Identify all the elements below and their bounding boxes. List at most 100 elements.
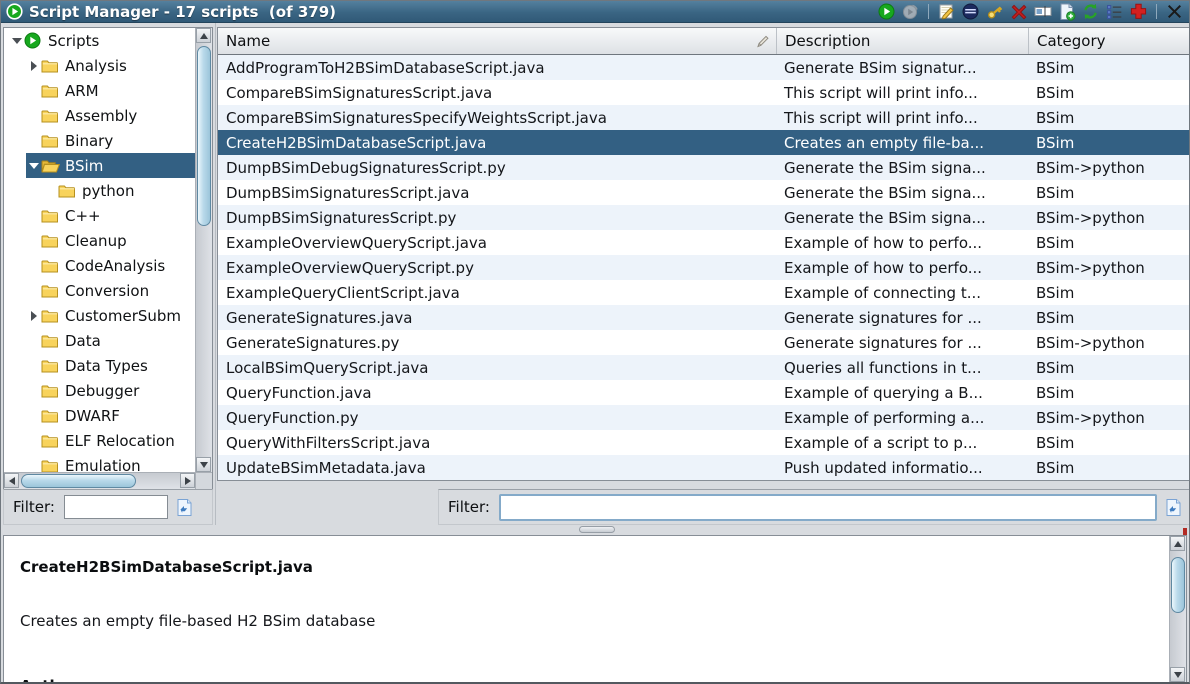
scroll-up-button[interactable] (1170, 536, 1185, 551)
script-row[interactable]: CompareBSimSignaturesSpecifyWeightsScrip… (218, 105, 1189, 130)
tree-item-data-types[interactable]: Data Types (4, 353, 195, 378)
script-description-panel: CreateH2BSimDatabaseScript.java Creates … (3, 535, 1187, 683)
tree-item-body: Conversion (26, 278, 195, 303)
tree-item-scripts[interactable]: Scripts (4, 28, 195, 53)
cell-description: Example of connecting t... (776, 284, 1028, 302)
script-row[interactable]: ExampleOverviewQueryScript.javaExample o… (218, 230, 1189, 255)
cell-name: CompareBSimSignaturesSpecifyWeightsScrip… (218, 109, 776, 127)
tree-item-cleanup[interactable]: Cleanup (4, 228, 195, 253)
tree-item-label: CustomerSubm (65, 307, 181, 325)
script-row[interactable]: LocalBSimQueryScript.javaQueries all fun… (218, 355, 1189, 380)
folder-closed-icon (41, 234, 62, 248)
script-row[interactable]: QueryFunction.pyExample of performing a.… (218, 405, 1189, 430)
cell-category: BSim->python (1028, 209, 1189, 227)
column-header-category[interactable]: Category (1028, 28, 1189, 54)
scroll-left-button[interactable] (4, 473, 19, 488)
category-tree: Scripts AnalysisARMAssemblyBinaryBSimpyth… (3, 27, 213, 490)
column-header-name[interactable]: Name (218, 28, 776, 54)
tree-item-elf-relocation[interactable]: ELF Relocation (4, 428, 195, 453)
script-row[interactable]: ExampleOverviewQueryScript.pyExample of … (218, 255, 1189, 280)
script-directories-icon[interactable] (1105, 2, 1124, 21)
scroll-up-button[interactable] (196, 28, 211, 43)
script-row[interactable]: DumpBSimSignaturesScript.javaGenerate th… (218, 180, 1189, 205)
tree-item-data[interactable]: Data (4, 328, 195, 353)
filter-options-icon[interactable] (175, 497, 195, 517)
column-header-description[interactable]: Description (776, 28, 1028, 54)
cell-name: ExampleQueryClientScript.java (218, 284, 776, 302)
tree-item-dwarf[interactable]: DWARF (4, 403, 195, 428)
script-row[interactable]: AddProgramToH2BSimDatabaseScript.javaGen… (218, 55, 1189, 80)
tree-item-binary[interactable]: Binary (4, 128, 195, 153)
scroll-right-button[interactable] (180, 473, 195, 488)
scrollbar-thumb[interactable] (1171, 557, 1185, 613)
cell-category: BSim (1028, 184, 1189, 202)
tree-indent (4, 253, 26, 278)
delete-script-icon[interactable] (1009, 2, 1028, 21)
expander-down-icon[interactable] (26, 163, 41, 169)
scrollbar-thumb[interactable] (197, 46, 211, 226)
script-row[interactable]: DumpBSimDebugSignaturesScript.pyGenerate… (218, 155, 1189, 180)
script-row[interactable]: GenerateSignatures.pyGenerate signatures… (218, 330, 1189, 355)
refresh-scripts-icon[interactable] (1081, 2, 1100, 21)
tree-indent (4, 303, 26, 328)
table-filter-input[interactable] (499, 494, 1157, 521)
tree-item-assembly[interactable]: Assembly (4, 103, 195, 128)
detail-clipped-line: Author (20, 677, 78, 683)
detail-script-description: Creates an empty file-based H2 BSim data… (20, 612, 375, 630)
tree-indent (4, 78, 26, 103)
new-script-icon[interactable] (1057, 2, 1076, 21)
ghidra-help-icon[interactable] (1129, 2, 1148, 21)
tree-horizontal-scrollbar[interactable] (4, 472, 195, 489)
run-script-icon[interactable] (877, 2, 896, 21)
script-row[interactable]: QueryWithFiltersScript.javaExample of a … (218, 430, 1189, 455)
expander-right-icon[interactable] (26, 61, 41, 71)
expander-down-icon[interactable] (9, 38, 24, 44)
cell-description: Generate the BSim signa... (776, 159, 1028, 177)
edit-script-icon[interactable] (937, 2, 956, 21)
run-last-script-icon[interactable] (901, 2, 920, 21)
rename-script-icon[interactable] (1033, 2, 1052, 21)
scripts-table: Name Description Category AddProgramToH2… (217, 27, 1190, 481)
scroll-down-button[interactable] (1170, 667, 1185, 682)
splitter-grip[interactable] (579, 526, 615, 533)
titlebar: Script Manager - 17 scripts (of 379) (1, 1, 1189, 23)
scrollbar-thumb[interactable] (21, 474, 136, 488)
cell-category: BSim (1028, 284, 1189, 302)
tree-item-codeanalysis[interactable]: CodeAnalysis (4, 253, 195, 278)
script-row[interactable]: GenerateSignatures.javaGenerate signatur… (218, 305, 1189, 330)
tree-item-customersubm[interactable]: CustomerSubm (4, 303, 195, 328)
tree-item-emulation[interactable]: Emulation (4, 453, 195, 472)
tree-vertical-scrollbar[interactable] (195, 28, 212, 472)
close-icon[interactable] (1165, 2, 1184, 21)
tree-filter-input[interactable] (64, 495, 168, 519)
tree-item-conversion[interactable]: Conversion (4, 278, 195, 303)
tree-item-python[interactable]: python (4, 178, 195, 203)
tree-item-bsim[interactable]: BSim (4, 153, 195, 178)
detail-vertical-scrollbar[interactable] (1169, 536, 1186, 682)
horizontal-splitter[interactable] (1, 525, 1189, 535)
tree-item-body: Analysis (26, 53, 195, 78)
cell-category: BSim (1028, 84, 1189, 102)
script-row[interactable]: CompareBSimSignaturesScript.javaThis scr… (218, 80, 1189, 105)
script-row[interactable]: UpdateBSimMetadata.javaPush updated info… (218, 455, 1189, 480)
tree-item-arm[interactable]: ARM (4, 78, 195, 103)
cell-name: CompareBSimSignaturesScript.java (218, 84, 776, 102)
eclipse-icon[interactable] (961, 2, 980, 21)
expander-right-icon[interactable] (26, 311, 41, 321)
script-row[interactable]: QueryFunction.javaExample of querying a … (218, 380, 1189, 405)
tree-item-c-[interactable]: C++ (4, 203, 195, 228)
filter-options-icon[interactable] (1164, 497, 1184, 517)
script-row[interactable]: DumpBSimSignaturesScript.pyGenerate the … (218, 205, 1189, 230)
folder-closed-icon (41, 109, 62, 123)
tree-item-analysis[interactable]: Analysis (4, 53, 195, 78)
script-row[interactable]: ExampleQueryClientScript.javaExample of … (218, 280, 1189, 305)
scroll-down-button[interactable] (196, 457, 211, 472)
tree-item-debugger[interactable]: Debugger (4, 378, 195, 403)
tree-item-label: Scripts (48, 32, 99, 50)
key-binding-icon[interactable] (985, 2, 1004, 21)
folder-closed-icon (41, 384, 62, 398)
script-row[interactable]: CreateH2BSimDatabaseScript.javaCreates a… (218, 130, 1189, 155)
tree-item-body: Data Types (26, 353, 195, 378)
filter-label: Filter: (13, 498, 55, 516)
cell-name: QueryFunction.java (218, 384, 776, 402)
